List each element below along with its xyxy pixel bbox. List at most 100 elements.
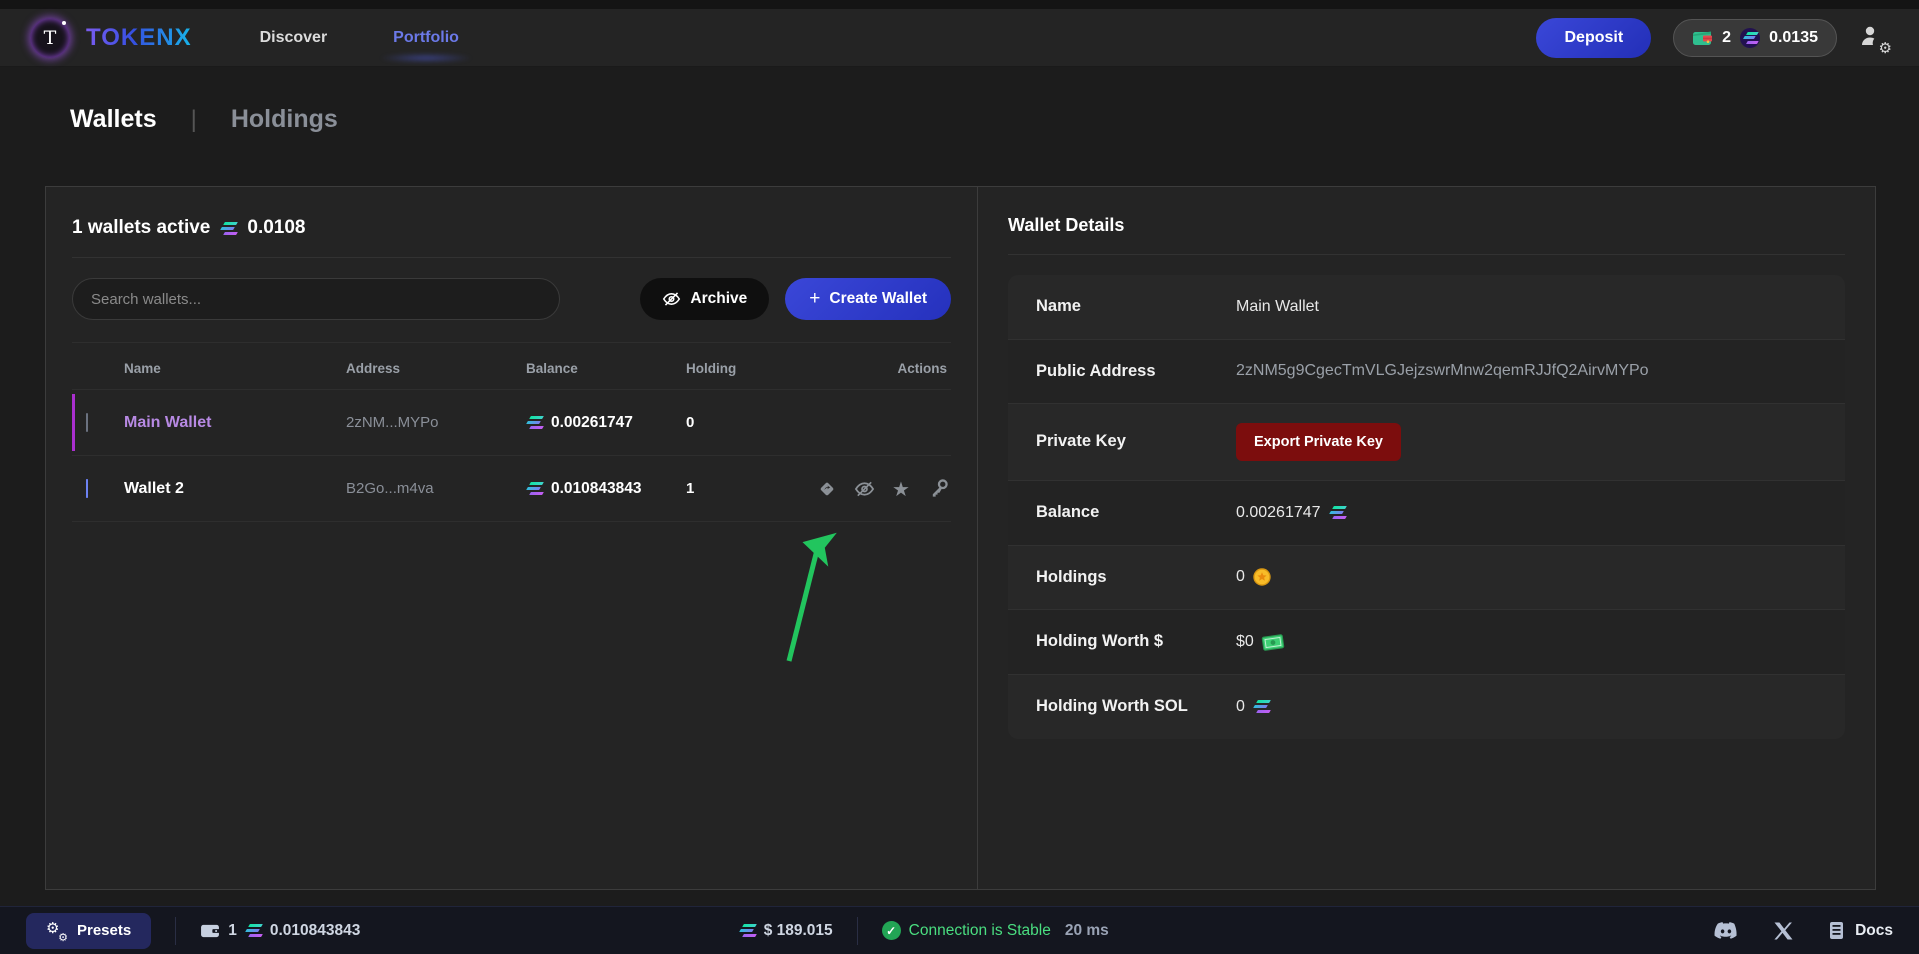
wallet-count: 2 <box>1722 29 1731 47</box>
detail-row-private-key: Private Key Export Private Key <box>1008 404 1845 481</box>
tokenx-logo-icon: T <box>30 18 70 58</box>
table-row-wallet-2[interactable]: Wallet 2 B2Go...m4va 0.010843843 1 <box>72 456 951 522</box>
check-circle-icon: ✓ <box>882 921 901 940</box>
solana-icon <box>1253 700 1270 713</box>
detail-label: Private Key <box>1036 429 1236 455</box>
solana-icon <box>220 222 237 235</box>
wallet-name[interactable]: Main Wallet <box>124 414 346 432</box>
send-diamond-icon[interactable] <box>816 478 838 500</box>
create-wallet-button[interactable]: + Create Wallet <box>785 278 951 320</box>
detail-row-public-address: Public Address 2zNM5g9CgecTmVLGJejzswrMn… <box>1008 340 1845 405</box>
gold-coin-icon <box>1253 568 1271 586</box>
eye-off-icon[interactable] <box>853 478 875 500</box>
divider <box>175 917 176 945</box>
row-checkbox-unchecked[interactable] <box>86 413 88 432</box>
row-actions: ★ <box>816 478 951 500</box>
solana-icon <box>245 924 262 937</box>
col-balance: Balance <box>526 361 686 376</box>
docs-icon <box>1829 921 1846 940</box>
solana-icon <box>526 482 543 495</box>
detail-value-holding-worth-usd: $0 <box>1236 633 1254 651</box>
details-card: Name Main Wallet Public Address 2zNM5g9C… <box>1008 275 1845 739</box>
row-checkbox-checked[interactable] <box>86 479 88 498</box>
plus-icon: + <box>809 288 820 310</box>
active-wallets-text: 1 wallets active <box>72 217 210 239</box>
solana-icon <box>1329 506 1346 519</box>
detail-label: Holding Worth SOL <box>1036 694 1196 720</box>
sol-coin-icon <box>1740 28 1760 48</box>
navbar: T TOKENX Discover Portfolio Deposit 2 0.… <box>0 9 1919 67</box>
table-row-main-wallet[interactable]: Main Wallet 2zNM...MYPo 0.00261747 0 <box>72 390 951 456</box>
wallet-address: B2Go...m4va <box>346 480 526 497</box>
statusbar-links: Docs <box>1714 921 1893 940</box>
wallets-summary: 1 wallets active 0.0108 <box>72 209 951 258</box>
detail-row-holdings: Holdings 0 <box>1008 546 1845 611</box>
detail-label: Public Address <box>1036 359 1236 385</box>
solana-icon <box>526 416 543 429</box>
wallet-icon <box>1692 29 1713 46</box>
active-sol-total: 0.0108 <box>247 217 305 239</box>
connection-status-text: Connection is Stable <box>909 922 1051 940</box>
docs-link[interactable]: Docs <box>1829 921 1893 940</box>
tab-holdings[interactable]: Holdings <box>231 105 338 134</box>
wallet-controls: Archive + Create Wallet <box>72 258 951 343</box>
tab-wallets[interactable]: Wallets <box>70 105 157 134</box>
presets-button[interactable]: ⚙⚙ Presets <box>26 913 151 949</box>
gears-icon: ⚙⚙ <box>46 921 68 941</box>
detail-label: Balance <box>1036 500 1236 526</box>
detail-label: Holdings <box>1036 565 1236 591</box>
nav-links: Discover Portfolio <box>258 21 461 55</box>
latency-value: 20 ms <box>1065 922 1109 940</box>
col-address: Address <box>346 361 526 376</box>
archive-label: Archive <box>690 290 747 308</box>
eye-off-icon <box>662 291 681 307</box>
wallet-address: 2zNM...MYPo <box>346 414 526 431</box>
detail-value-holding-worth-sol: 0 <box>1236 698 1245 716</box>
detail-row-name: Name Main Wallet <box>1008 275 1845 340</box>
logo-sparkle <box>62 21 66 25</box>
nav-link-portfolio[interactable]: Portfolio <box>391 21 461 55</box>
star-icon[interactable]: ★ <box>890 478 912 500</box>
gear-icon: ⚙ <box>1879 41 1892 56</box>
deposit-button[interactable]: Deposit <box>1536 18 1651 58</box>
discord-icon[interactable] <box>1714 922 1738 940</box>
wallet-balance: 0.00261747 <box>551 414 633 432</box>
wallets-table: Name Address Balance Holding Actions Mai… <box>72 345 951 522</box>
presets-label: Presets <box>77 922 131 939</box>
col-name: Name <box>124 361 346 376</box>
wallet-holding: 0 <box>686 414 816 431</box>
docs-label: Docs <box>1855 922 1893 940</box>
tab-separator: | <box>191 106 197 134</box>
detail-value-name: Main Wallet <box>1236 298 1319 316</box>
x-twitter-icon[interactable] <box>1774 922 1793 940</box>
search-wallets-input[interactable] <box>72 278 560 320</box>
cash-icon <box>1261 633 1285 651</box>
archive-button[interactable]: Archive <box>640 278 769 320</box>
export-private-key-button[interactable]: Export Private Key <box>1236 423 1401 461</box>
active-wallet-summary: 1 0.010843843 <box>200 922 360 940</box>
wallet-icon <box>200 923 220 939</box>
account-settings-icon[interactable]: ⚙ <box>1859 24 1889 52</box>
connection-status: ✓ Connection is Stable 20 ms <box>882 921 1109 940</box>
detail-row-holding-worth-usd: Holding Worth $ $0 <box>1008 610 1845 675</box>
status-bar: ⚙⚙ Presets 1 0.010843843 $ 189.015 ✓ Con… <box>0 906 1919 954</box>
sol-price-value: $ 189.015 <box>764 922 833 940</box>
wallet-holding: 1 <box>686 480 816 497</box>
sol-balance: 0.0135 <box>1769 29 1818 47</box>
detail-value-holdings: 0 <box>1236 568 1245 586</box>
detail-row-holding-worth-sol: Holding Worth SOL 0 <box>1008 675 1845 739</box>
detail-label: Name <box>1036 294 1236 320</box>
divider <box>857 917 858 945</box>
detail-label: Holding Worth $ <box>1036 629 1236 655</box>
page-tabs: Wallets | Holdings <box>70 105 1919 134</box>
wallet-balance-badge[interactable]: 2 0.0135 <box>1673 19 1837 57</box>
window-top-strip <box>0 0 1919 9</box>
wallet-name[interactable]: Wallet 2 <box>124 480 346 498</box>
key-icon[interactable] <box>927 478 949 500</box>
nav-link-discover[interactable]: Discover <box>258 21 330 55</box>
wallets-panel: 1 wallets active 0.0108 Archive + Create… <box>46 187 978 889</box>
create-wallet-label: Create Wallet <box>829 290 927 308</box>
solana-icon <box>739 924 756 937</box>
main-container: 1 wallets active 0.0108 Archive + Create… <box>45 186 1876 890</box>
brand-title: TOKENX <box>86 24 192 52</box>
